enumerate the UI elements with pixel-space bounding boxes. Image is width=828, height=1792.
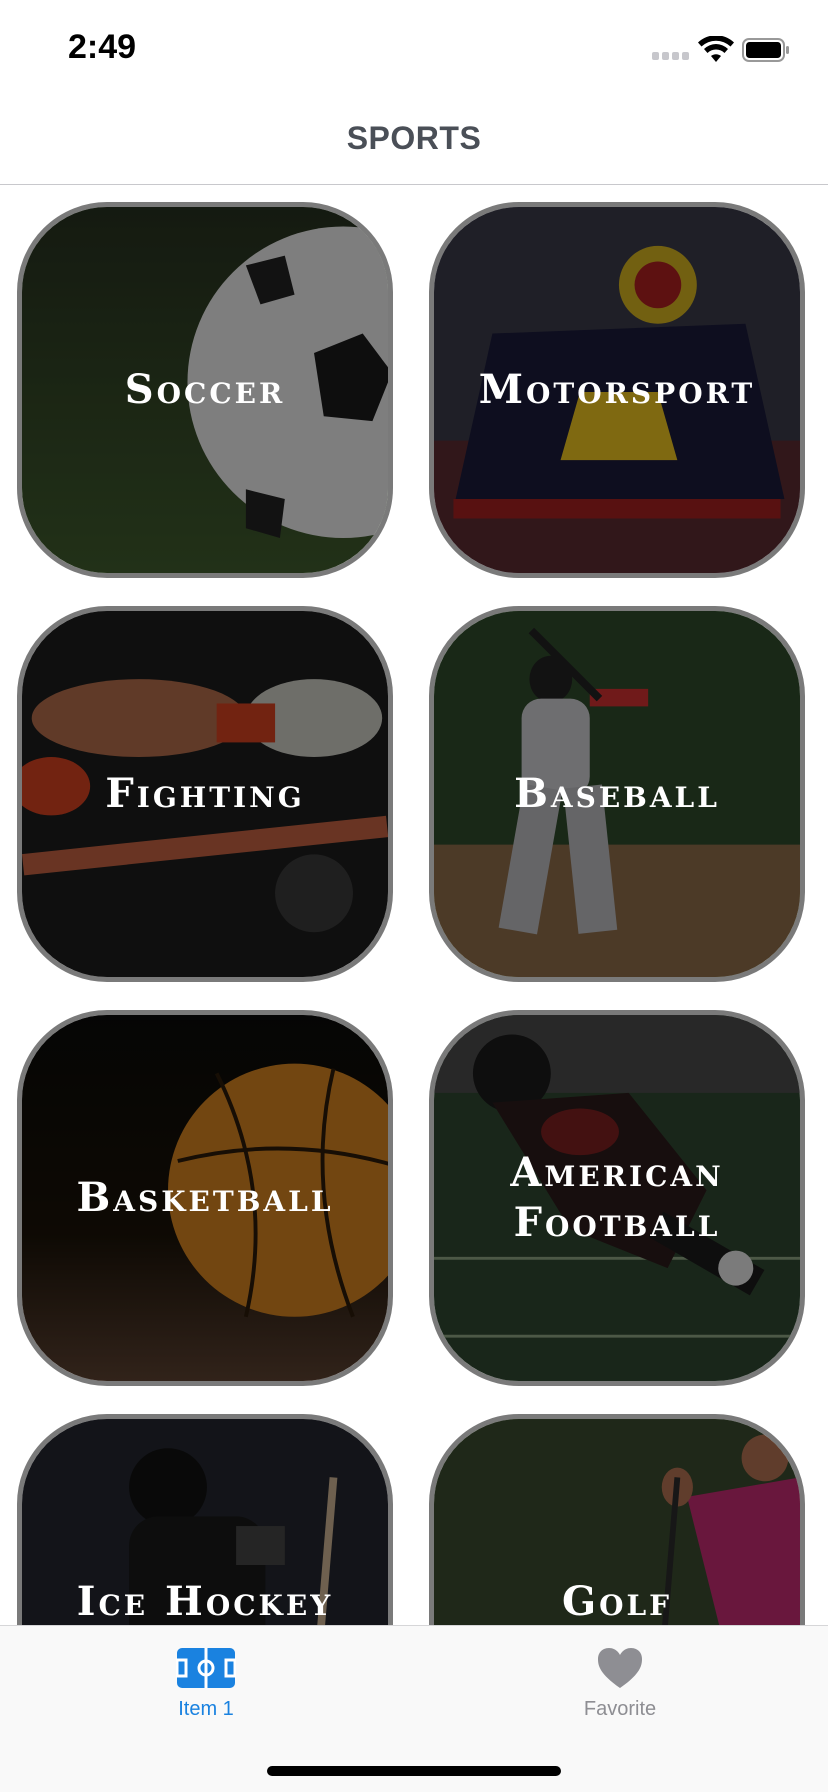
battery-icon	[742, 38, 789, 62]
tile-label: Ice Hockey	[76, 1578, 334, 1625]
tile-label: Golf	[561, 1578, 673, 1625]
tab-label: Item 1	[178, 1698, 234, 1720]
status-time: 2:49	[68, 28, 137, 66]
tile-label: Soccer	[124, 366, 286, 413]
status-bar: 2:49	[0, 0, 828, 96]
tile-ice-hockey[interactable]: Ice Hockey	[17, 1414, 393, 1625]
tile-label: Fighting	[105, 770, 305, 817]
tab-favorite[interactable]: Favorite	[520, 1646, 720, 1721]
wifi-icon	[698, 36, 734, 62]
tile-motorsport[interactable]: Motorsport	[429, 202, 805, 578]
tab-item-1[interactable]: Item 1	[106, 1646, 306, 1721]
tile-soccer[interactable]: Soccer	[17, 202, 393, 578]
app-screen: 2:49 SPORTS Soccer Motorsport Fighting B…	[0, 0, 828, 1792]
navigation-bar: SPORTS	[0, 96, 828, 185]
tile-label: Baseball	[514, 770, 720, 817]
tab-label: Favorite	[583, 1698, 657, 1720]
tile-golf[interactable]: Golf	[429, 1414, 805, 1625]
tile-baseball[interactable]: Baseball	[429, 606, 805, 982]
sports-grid[interactable]: Soccer Motorsport Fighting Baseball Bask…	[0, 185, 828, 1625]
tile-label: American Football	[510, 1149, 724, 1246]
page-title: SPORTS	[346, 120, 482, 156]
cellular-signal-icon	[652, 52, 692, 62]
home-indicator[interactable]	[267, 1766, 561, 1776]
tile-basketball[interactable]: Basketball	[17, 1010, 393, 1386]
field-icon	[176, 1648, 236, 1688]
heart-icon	[598, 1648, 642, 1688]
tile-american-football[interactable]: American Football	[429, 1010, 805, 1386]
tile-label: Motorsport	[478, 366, 756, 413]
tile-fighting[interactable]: Fighting	[17, 606, 393, 982]
tile-label: Basketball	[76, 1174, 334, 1221]
